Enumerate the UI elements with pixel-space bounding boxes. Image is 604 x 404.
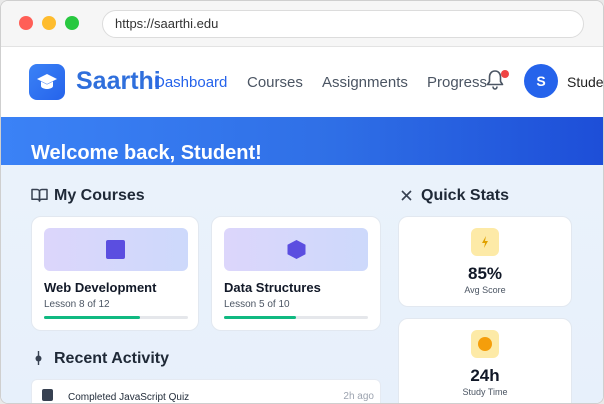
stat-label: Study Time bbox=[462, 387, 508, 397]
user-name[interactable]: Student bbox=[567, 74, 603, 90]
stat-value: 85% bbox=[467, 264, 503, 283]
activity-time: 2h ago bbox=[343, 391, 374, 402]
course-card-data-structures[interactable]: Data Structures Lesson 5 of 10 bbox=[211, 216, 381, 331]
course-progress-fill bbox=[224, 316, 296, 319]
course-lesson: Lesson 5 of 10 bbox=[224, 299, 290, 310]
graduation-cap-icon[interactable] bbox=[29, 64, 65, 100]
stat-label: Avg Score bbox=[464, 285, 506, 295]
clock-icon bbox=[471, 330, 499, 358]
welcome-banner: Welcome back, Student! bbox=[1, 117, 603, 165]
recent-activity-title: Recent Activity bbox=[54, 350, 169, 367]
course-thumbnail bbox=[44, 228, 188, 271]
course-thumbnail bbox=[224, 228, 368, 271]
course-progress-bar bbox=[224, 316, 368, 319]
document-icon bbox=[42, 389, 53, 401]
notification-badge bbox=[501, 70, 509, 78]
square-icon bbox=[106, 240, 125, 259]
nav-dashboard[interactable]: Dashboard bbox=[154, 74, 227, 92]
app-header: Saarthi Dashboard Courses Assignments Pr… bbox=[1, 47, 603, 117]
close-window-button[interactable] bbox=[19, 16, 33, 30]
hexagon-icon bbox=[287, 240, 306, 259]
course-card-web-development[interactable]: Web Development Lesson 8 of 12 bbox=[31, 216, 199, 331]
avatar[interactable]: S bbox=[524, 64, 558, 98]
maximize-window-button[interactable] bbox=[65, 16, 79, 30]
lightning-icon bbox=[471, 228, 499, 256]
course-title: Web Development bbox=[44, 280, 157, 295]
address-bar[interactable]: https://saarthi.edu bbox=[102, 10, 584, 38]
nav-assignments[interactable]: Assignments bbox=[322, 74, 408, 92]
course-title: Data Structures bbox=[224, 280, 321, 295]
brand-name[interactable]: Saarthi bbox=[76, 66, 161, 96]
pin-icon bbox=[35, 351, 42, 365]
close-icon bbox=[401, 190, 412, 201]
stat-card-study-time: 24h Study Time bbox=[398, 318, 572, 403]
minimize-window-button[interactable] bbox=[42, 16, 56, 30]
stat-card-avg-score: 85% Avg Score bbox=[398, 216, 572, 307]
nav-courses[interactable]: Courses bbox=[247, 74, 303, 92]
browser-toolbar: https://saarthi.edu bbox=[1, 1, 603, 47]
my-courses-title: My Courses bbox=[54, 187, 145, 204]
book-icon bbox=[31, 188, 48, 202]
course-progress-fill bbox=[44, 316, 141, 319]
stat-value: 24h bbox=[470, 366, 500, 385]
welcome-heading: Welcome back, Student! bbox=[31, 142, 262, 164]
browser-window: https://saarthi.edu Saarthi Dashboard Co… bbox=[0, 0, 604, 404]
course-lesson: Lesson 8 of 12 bbox=[44, 299, 110, 310]
quick-stats-title: Quick Stats bbox=[421, 187, 510, 204]
nav-progress[interactable]: Progress bbox=[427, 74, 487, 92]
activity-text: Completed JavaScript Quiz bbox=[68, 392, 190, 403]
dashboard-content: My Courses Web Development Lesson 8 of 1… bbox=[1, 165, 603, 403]
course-progress-bar bbox=[44, 316, 188, 319]
activity-item[interactable]: Completed JavaScript Quiz 2h ago bbox=[31, 379, 381, 403]
